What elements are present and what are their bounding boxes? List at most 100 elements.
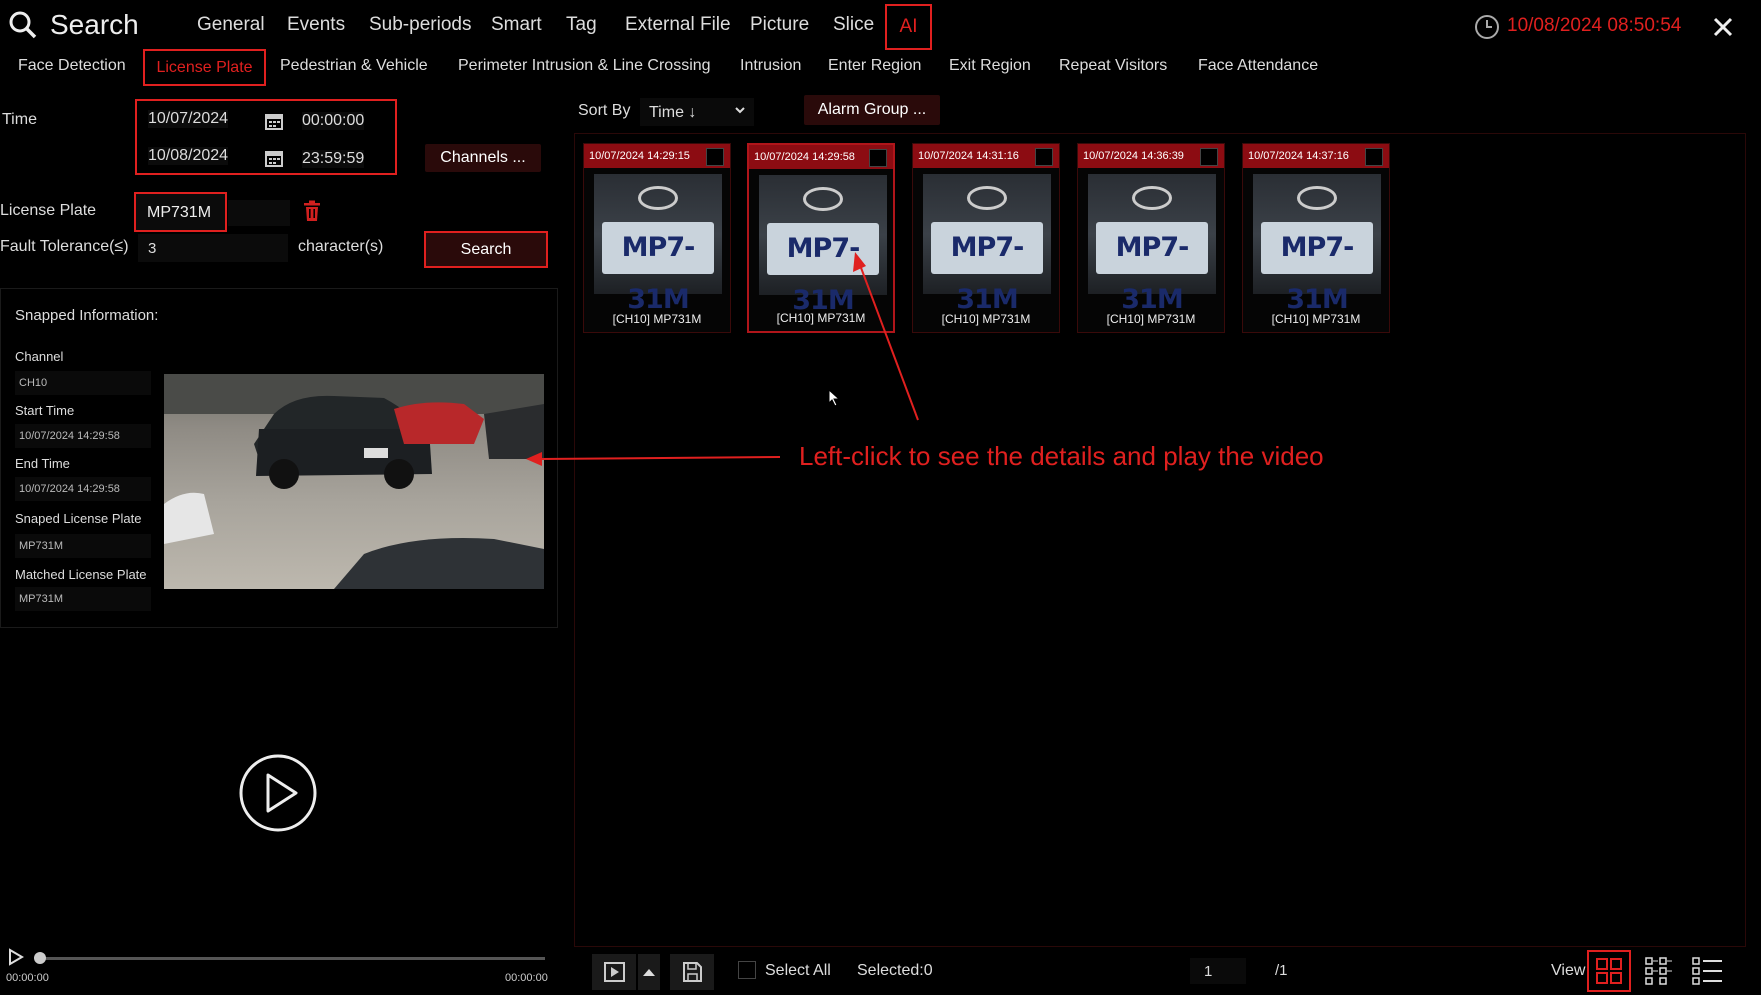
plate-text: MP7-31M xyxy=(931,222,1043,315)
end-time-field[interactable]: 23:59:59 xyxy=(302,150,365,168)
playback-button[interactable] xyxy=(592,954,636,990)
play-icon[interactable] xyxy=(238,753,318,833)
snapped-info-title: Snapped Information: xyxy=(15,307,159,324)
end-date-field[interactable]: 10/08/2024 xyxy=(148,147,229,165)
result-card[interactable]: 10/07/2024 14:36:39 MP7-31M [CH10] MP731M xyxy=(1077,143,1225,333)
result-card[interactable]: 10/07/2024 14:29:15 MP7-31M [CH10] MP731M xyxy=(583,143,731,333)
license-plate-label: License Plate xyxy=(0,202,97,219)
chevron-down-icon xyxy=(734,103,746,121)
card-caption: [CH10] MP731M xyxy=(612,312,702,326)
tolerance-unit-label: character(s) xyxy=(298,238,384,255)
selected-count: Selected:0 xyxy=(857,962,933,979)
tab-external-file[interactable]: External File xyxy=(625,14,731,36)
plate-text: MP7-31M xyxy=(602,222,714,315)
channel-value: CH10 xyxy=(15,371,151,395)
fault-tolerance-label: Fault Tolerance(≤) xyxy=(0,238,129,255)
snapshot-image[interactable] xyxy=(164,374,544,589)
card-checkbox[interactable] xyxy=(1365,148,1383,166)
matched-plate-value: MP731M xyxy=(15,587,151,611)
subtab-license-plate[interactable]: License Plate xyxy=(143,49,266,86)
plate-thumbnail[interactable]: MP7-31M xyxy=(759,175,887,316)
mouse-cursor-icon xyxy=(828,388,841,407)
plate-thumbnail[interactable]: MP7-31M xyxy=(1088,174,1216,315)
annotation-text: Left-click to see the details and play t… xyxy=(799,441,1324,471)
matched-plate-label: Matched License Plate xyxy=(15,567,147,582)
subtab-repeat-visitors[interactable]: Repeat Visitors xyxy=(1059,57,1167,75)
plate-thumbnail[interactable]: MP7-31M xyxy=(923,174,1051,315)
search-button[interactable]: Search xyxy=(424,231,548,268)
channel-label: Channel xyxy=(15,349,64,364)
fault-tolerance-input[interactable]: 3 xyxy=(138,234,288,262)
list-view-icon[interactable] xyxy=(1688,952,1728,990)
close-icon[interactable] xyxy=(1712,16,1734,38)
time-label: Time xyxy=(2,111,37,128)
subtab-face-detection[interactable]: Face Detection xyxy=(18,57,126,75)
play-small-icon[interactable] xyxy=(8,948,24,966)
subtab-perimeter[interactable]: Perimeter Intrusion & Line Crossing xyxy=(458,57,711,75)
page-title: Search xyxy=(50,9,139,40)
playback-handle[interactable] xyxy=(34,952,46,964)
card-checkbox[interactable] xyxy=(1035,148,1053,166)
time-start-label: 00:00:00 xyxy=(6,972,49,984)
page-input[interactable]: 1 xyxy=(1190,958,1246,984)
calendar-icon[interactable] xyxy=(264,111,284,131)
sort-select[interactable]: Time ↓ xyxy=(640,98,754,126)
card-checkbox[interactable] xyxy=(869,149,887,167)
snaped-plate-value: MP731M xyxy=(15,534,151,558)
trash-icon[interactable] xyxy=(302,200,322,222)
toyota-logo-icon xyxy=(967,186,1007,210)
clock-icon xyxy=(1474,14,1500,40)
tab-smart[interactable]: Smart xyxy=(491,14,542,36)
card-caption: [CH10] MP731M xyxy=(1271,312,1361,326)
plate-thumbnail[interactable]: MP7-31M xyxy=(594,174,722,315)
grid-view-icon[interactable] xyxy=(1587,950,1631,992)
datetime-display: 10/08/2024 08:50:54 xyxy=(1507,15,1682,36)
start-date-field[interactable]: 10/07/2024 xyxy=(148,110,229,128)
alarm-group-button[interactable]: Alarm Group ... xyxy=(804,95,940,125)
toyota-logo-icon xyxy=(1297,186,1337,210)
tab-slice[interactable]: Slice xyxy=(833,14,874,36)
subtab-enter-region[interactable]: Enter Region xyxy=(828,57,921,75)
card-checkbox[interactable] xyxy=(1200,148,1218,166)
subtab-intrusion[interactable]: Intrusion xyxy=(740,57,801,75)
subtab-face-attendance[interactable]: Face Attendance xyxy=(1198,57,1318,75)
tab-picture[interactable]: Picture xyxy=(750,14,809,36)
result-card[interactable]: 10/07/2024 14:29:58 MP7-31M [CH10] MP731M xyxy=(747,143,895,333)
plate-thumbnail[interactable]: MP7-31M xyxy=(1253,174,1381,315)
snaped-plate-label: Snaped License Plate xyxy=(15,511,142,526)
plate-text: MP7-31M xyxy=(767,223,879,316)
search-icon xyxy=(8,10,38,40)
license-plate-input[interactable]: MP731M xyxy=(134,192,227,232)
plate-text: MP7-31M xyxy=(1096,222,1208,315)
result-card[interactable]: 10/07/2024 14:37:16 MP7-31M [CH10] MP731M xyxy=(1242,143,1390,333)
channels-button[interactable]: Channels ... xyxy=(425,144,541,172)
expand-up-icon[interactable] xyxy=(638,954,660,990)
start-time-value: 10/07/2024 14:29:58 xyxy=(15,424,151,448)
time-end-label: 00:00:00 xyxy=(505,972,548,984)
tab-events[interactable]: Events xyxy=(287,14,345,36)
select-all-label[interactable]: Select All xyxy=(765,962,831,980)
tab-ai[interactable]: AI xyxy=(885,4,932,50)
select-all-checkbox[interactable] xyxy=(738,961,756,979)
plate-text: MP7-31M xyxy=(1261,222,1373,315)
page-total: /1 xyxy=(1275,962,1288,979)
playback-track[interactable] xyxy=(34,952,545,964)
subtab-exit-region[interactable]: Exit Region xyxy=(949,57,1031,75)
view-label: View xyxy=(1551,962,1586,979)
end-time-label: End Time xyxy=(15,456,70,471)
card-caption: [CH10] MP731M xyxy=(941,312,1031,326)
subtab-pedestrian-vehicle[interactable]: Pedestrian & Vehicle xyxy=(280,57,428,75)
tab-sub-periods[interactable]: Sub-periods xyxy=(369,14,471,36)
save-button[interactable] xyxy=(670,954,714,990)
toyota-logo-icon xyxy=(638,186,678,210)
calendar-icon[interactable] xyxy=(264,148,284,168)
toyota-logo-icon xyxy=(803,187,843,211)
sort-label: Sort By xyxy=(578,102,631,119)
tab-general[interactable]: General xyxy=(197,14,265,36)
card-checkbox[interactable] xyxy=(706,148,724,166)
tab-tag[interactable]: Tag xyxy=(566,14,597,36)
card-caption: [CH10] MP731M xyxy=(776,311,866,325)
thumbnail-list-view-icon[interactable] xyxy=(1640,952,1680,990)
start-time-field[interactable]: 00:00:00 xyxy=(302,112,365,130)
result-card[interactable]: 10/07/2024 14:31:16 MP7-31M [CH10] MP731M xyxy=(912,143,1060,333)
